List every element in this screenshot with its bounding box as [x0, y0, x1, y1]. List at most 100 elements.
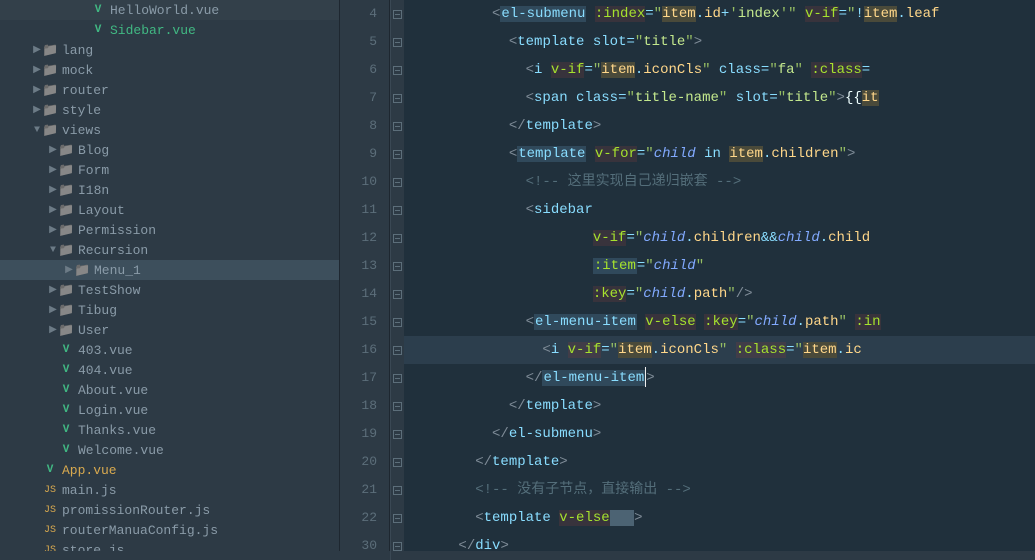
code-line[interactable]: :key="child.path"/>	[404, 280, 1035, 308]
code-line[interactable]: </el-submenu>	[404, 420, 1035, 448]
tree-arrow-icon[interactable]: ▶	[32, 104, 42, 116]
tree-item-tibug[interactable]: ▶📁Tibug	[0, 300, 339, 320]
fold-marker[interactable]	[390, 336, 404, 364]
code-line[interactable]: <!-- 没有子节点，直接输出 -->	[404, 476, 1035, 504]
tree-item-lang[interactable]: ▶📁lang	[0, 40, 339, 60]
folder-icon: 📁	[42, 43, 58, 58]
fold-marker[interactable]	[390, 28, 404, 56]
fold-marker[interactable]	[390, 532, 404, 560]
fold-marker[interactable]	[390, 0, 404, 28]
tree-item-routermanuaconfigjs[interactable]: JSrouterManuaConfig.js	[0, 520, 339, 540]
code-line[interactable]: :item="child"	[404, 252, 1035, 280]
code-line[interactable]: <!-- 这里实现自己递归嵌套 -->	[404, 168, 1035, 196]
tree-arrow-icon[interactable]: ▶	[48, 304, 58, 316]
fold-marker[interactable]	[390, 140, 404, 168]
tree-item-i18n[interactable]: ▶📁I18n	[0, 180, 339, 200]
tree-item-promissionrouterjs[interactable]: JSpromissionRouter.js	[0, 500, 339, 520]
code-line[interactable]: <span class="title-name" slot="title">{{…	[404, 84, 1035, 112]
fold-marker[interactable]	[390, 364, 404, 392]
line-number: 9	[340, 140, 377, 168]
tree-item-sidebarvue[interactable]: VSidebar.vue	[0, 20, 339, 40]
file-tree-sidebar[interactable]: VHelloWorld.vueVSidebar.vue▶📁lang▶📁mock▶…	[0, 0, 340, 551]
fold-marker[interactable]	[390, 112, 404, 140]
tree-arrow-icon[interactable]: ▼	[32, 125, 42, 136]
tree-arrow-icon[interactable]: ▶	[48, 144, 58, 156]
tree-arrow-icon[interactable]: ▶	[48, 284, 58, 296]
tree-item-mainjs[interactable]: JSmain.js	[0, 480, 339, 500]
tree-item-label: User	[78, 323, 109, 338]
tree-arrow-icon[interactable]: ▶	[32, 84, 42, 96]
code-line[interactable]: </template>	[404, 112, 1035, 140]
tree-arrow-icon[interactable]: ▶	[48, 224, 58, 236]
code-line[interactable]: <template v-else >	[404, 504, 1035, 532]
line-number: 13	[340, 252, 377, 280]
tree-item-layout[interactable]: ▶📁Layout	[0, 200, 339, 220]
code-line[interactable]: <i v-if="item.iconCls" :class="item.ic	[404, 336, 1035, 364]
tree-item-helloworldvue[interactable]: VHelloWorld.vue	[0, 0, 339, 20]
tree-item-404vue[interactable]: V404.vue	[0, 360, 339, 380]
tree-item-aboutvue[interactable]: VAbout.vue	[0, 380, 339, 400]
tree-item-label: Permission	[78, 223, 156, 238]
code-line[interactable]: </el-menu-item>	[404, 364, 1035, 392]
tree-arrow-icon[interactable]: ▶	[64, 264, 74, 276]
fold-marker[interactable]	[390, 84, 404, 112]
tree-arrow-icon[interactable]: ▶	[48, 324, 58, 336]
tree-item-mock[interactable]: ▶📁mock	[0, 60, 339, 80]
fold-marker[interactable]	[390, 224, 404, 252]
tree-item-label: Welcome.vue	[78, 443, 164, 458]
code-line[interactable]: <sidebar	[404, 196, 1035, 224]
tree-arrow-icon[interactable]: ▼	[48, 245, 58, 256]
code-line[interactable]: <el-submenu :index="item.id+'index'" v-i…	[404, 0, 1035, 28]
fold-marker[interactable]	[390, 252, 404, 280]
fold-marker[interactable]	[390, 168, 404, 196]
tree-item-loginvue[interactable]: VLogin.vue	[0, 400, 339, 420]
tree-item-menu1[interactable]: ▶📁Menu_1	[0, 260, 339, 280]
line-number: 10	[340, 168, 377, 196]
code-line[interactable]: v-if="child.children&&child.child	[404, 224, 1035, 252]
fold-marker[interactable]	[390, 420, 404, 448]
tree-item-permission[interactable]: ▶📁Permission	[0, 220, 339, 240]
fold-marker[interactable]	[390, 56, 404, 84]
tree-item-form[interactable]: ▶📁Form	[0, 160, 339, 180]
folder-icon: 📁	[58, 303, 74, 318]
tree-item-recursion[interactable]: ▼📁Recursion	[0, 240, 339, 260]
fold-marker[interactable]	[390, 308, 404, 336]
tree-item-label: views	[62, 123, 101, 138]
code-line[interactable]: </template>	[404, 392, 1035, 420]
tree-item-testshow[interactable]: ▶📁TestShow	[0, 280, 339, 300]
tree-item-blog[interactable]: ▶📁Blog	[0, 140, 339, 160]
folder-icon: 📁	[58, 203, 74, 218]
tree-arrow-icon[interactable]: ▶	[32, 64, 42, 76]
tree-arrow-icon[interactable]: ▶	[48, 204, 58, 216]
fold-marker[interactable]	[390, 196, 404, 224]
tree-arrow-icon[interactable]: ▶	[48, 184, 58, 196]
js-file-icon: JS	[42, 485, 58, 496]
fold-marker[interactable]	[390, 448, 404, 476]
code-line[interactable]: <template slot="title">	[404, 28, 1035, 56]
vue-file-icon: V	[58, 424, 74, 436]
code-line[interactable]: </div>	[404, 532, 1035, 551]
line-number: 6	[340, 56, 377, 84]
code-content[interactable]: <el-submenu :index="item.id+'index'" v-i…	[404, 0, 1035, 551]
fold-marker[interactable]	[390, 280, 404, 308]
tree-item-welcomevue[interactable]: VWelcome.vue	[0, 440, 339, 460]
tree-item-403vue[interactable]: V403.vue	[0, 340, 339, 360]
tree-item-thanksvue[interactable]: VThanks.vue	[0, 420, 339, 440]
tree-item-style[interactable]: ▶📁style	[0, 100, 339, 120]
code-line[interactable]: <template v-for="child in item.children"…	[404, 140, 1035, 168]
tree-item-storejs[interactable]: JSstore.js	[0, 540, 339, 551]
tree-item-views[interactable]: ▼📁views	[0, 120, 339, 140]
fold-marker[interactable]	[390, 392, 404, 420]
tree-item-label: 404.vue	[78, 363, 133, 378]
fold-column[interactable]	[390, 0, 404, 551]
fold-marker[interactable]	[390, 504, 404, 532]
tree-item-user[interactable]: ▶📁User	[0, 320, 339, 340]
code-line[interactable]: <el-menu-item v-else :key="child.path" :…	[404, 308, 1035, 336]
code-line[interactable]: <i v-if="item.iconCls" class="fa" :class…	[404, 56, 1035, 84]
tree-item-appvue[interactable]: VApp.vue	[0, 460, 339, 480]
code-line[interactable]: </template>	[404, 448, 1035, 476]
tree-item-router[interactable]: ▶📁router	[0, 80, 339, 100]
fold-marker[interactable]	[390, 476, 404, 504]
tree-arrow-icon[interactable]: ▶	[32, 44, 42, 56]
tree-arrow-icon[interactable]: ▶	[48, 164, 58, 176]
